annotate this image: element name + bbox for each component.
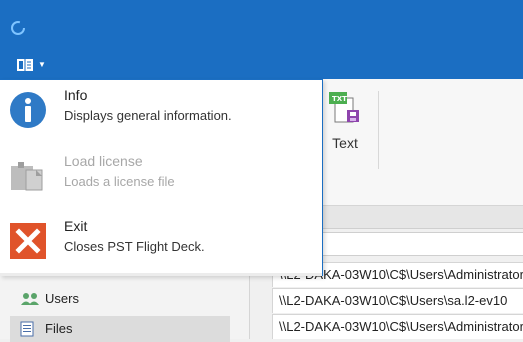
menu-item-description: Displays general information.: [64, 108, 232, 123]
menu-item-exit[interactable]: Exit Closes PST Flight Deck.: [0, 211, 322, 273]
menu-item-description: Loads a license file: [64, 174, 175, 189]
info-icon: [10, 92, 46, 128]
menu-item-title: Info: [64, 87, 88, 103]
files-icon: [20, 321, 34, 337]
sidebar-item-users[interactable]: Users: [10, 286, 230, 312]
text-button-label: Text: [332, 135, 358, 151]
menu-item-title: Load license: [64, 153, 143, 169]
menu-item-info[interactable]: Info Displays general information.: [0, 80, 322, 142]
menu-item-load-license[interactable]: Load license Loads a license file: [0, 146, 322, 208]
list-item[interactable]: \\L2-DAKA-03W10\C$\Users\Administrator: [272, 314, 523, 339]
sidebar-item-label: Users: [45, 291, 79, 306]
svg-text:TXT: TXT: [332, 95, 347, 103]
text-button[interactable]: TXT Text: [322, 87, 368, 151]
text-file-icon: TXT: [329, 92, 359, 123]
menu-footer: [0, 273, 322, 276]
application-menu-button[interactable]: ▼: [8, 55, 60, 75]
menu-item-description: Closes PST Flight Deck.: [64, 239, 205, 254]
sidebar-item-label: Files: [45, 321, 73, 336]
chevron-down-icon: ▼: [38, 60, 46, 69]
license-icon: [11, 162, 43, 191]
application-menu-dropdown: Info Displays general information. Load …: [0, 79, 323, 276]
book-icon: [17, 59, 33, 71]
users-icon: [21, 293, 39, 305]
sidebar-item-files[interactable]: Files: [10, 316, 230, 342]
quick-access-bar: ▼: [0, 52, 523, 79]
list-item[interactable]: \\L2-DAKA-03W10\C$\Users\sa.l2-ev10: [272, 288, 523, 313]
file-path: \\L2-DAKA-03W10\C$\Users\Administrator: [279, 319, 523, 334]
file-path: \\L2-DAKA-03W10\C$\Users\sa.l2-ev10: [279, 293, 508, 308]
app-logo-icon: [11, 21, 25, 35]
exit-icon: [10, 223, 46, 259]
ribbon-separator: [378, 91, 379, 169]
title-bar: [0, 0, 523, 52]
menu-item-title: Exit: [64, 218, 88, 234]
